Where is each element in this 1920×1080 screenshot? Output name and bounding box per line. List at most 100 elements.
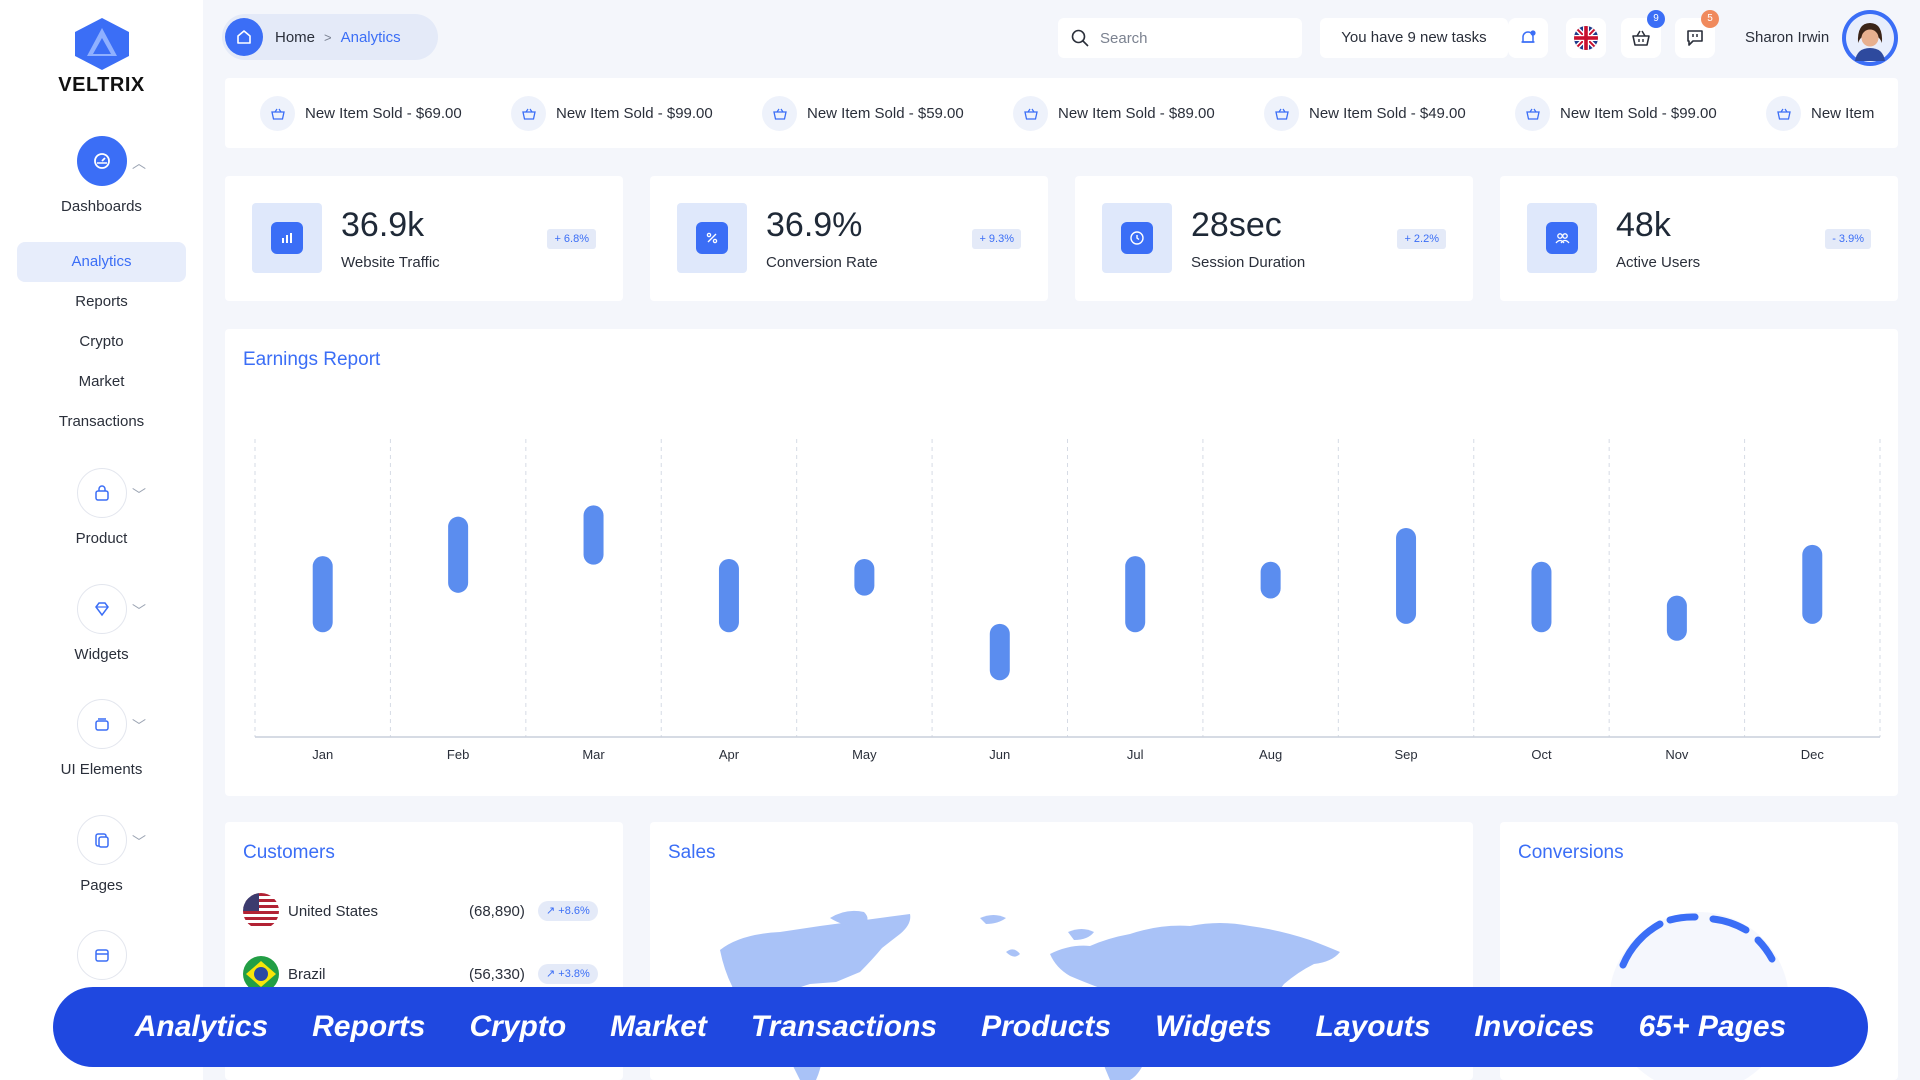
stat-icon-box [1102, 203, 1172, 273]
x-tick-label: May [852, 747, 877, 762]
subnav-item-market[interactable]: Market [17, 362, 186, 402]
basket-icon [260, 96, 295, 131]
bar-may[interactable] [854, 558, 875, 596]
cart-button[interactable]: 9 [1621, 10, 1665, 58]
bar-jan[interactable] [312, 556, 333, 633]
x-tick-label: Sep [1394, 747, 1417, 762]
ticker-item: New Item [1766, 96, 1874, 131]
banner-item[interactable]: Analytics [135, 1010, 268, 1044]
customer-change-badge: ↗ +8.6% [538, 901, 598, 921]
banner-item[interactable]: Layouts [1316, 1010, 1431, 1044]
chevron-up-icon[interactable]: ︿ [132, 153, 146, 173]
nav-widgets[interactable]: ﹀ Widgets [0, 584, 203, 663]
chat-icon [1687, 30, 1703, 46]
search-placeholder: Search [1100, 29, 1148, 47]
stat-card-users: 48k Active Users - 3.9% [1500, 176, 1898, 301]
ticker-text: New Item Sold - $69.00 [305, 105, 462, 122]
chevron-down-icon[interactable]: ﹀ [132, 832, 146, 852]
users-icon [1546, 222, 1578, 254]
subnav-item-crypto[interactable]: Crypto [17, 322, 186, 362]
language-button[interactable] [1566, 18, 1606, 58]
ticker-item: New Item Sold - $99.00 [1515, 96, 1717, 131]
bar-sep[interactable] [1396, 527, 1417, 624]
veltrix-logo-icon [74, 18, 129, 70]
nav-product[interactable]: ﹀ Product [0, 468, 203, 547]
subnav-item-analytics[interactable]: Analytics [17, 242, 186, 282]
nav-ui-elements[interactable]: ﹀ UI Elements [0, 699, 203, 778]
banner-item[interactable]: Invoices [1475, 1010, 1595, 1044]
ticker-text: New Item [1811, 105, 1875, 122]
basket-icon [1264, 96, 1299, 131]
nav-product-label: Product [75, 530, 128, 547]
banner-item[interactable]: Market [610, 1010, 707, 1044]
bar-feb[interactable] [448, 516, 469, 593]
nav-pages[interactable]: ﹀ Pages [0, 815, 203, 894]
tasks-notice[interactable]: You have 9 new tasks [1320, 18, 1508, 58]
bar-mar[interactable] [583, 505, 604, 565]
user-name[interactable]: Sharon Irwin [1745, 29, 1829, 46]
bar-nov[interactable] [1666, 595, 1687, 641]
search-input[interactable]: Search [1058, 18, 1302, 58]
calendar-icon[interactable] [76, 930, 127, 980]
cart-badge: 9 [1647, 10, 1665, 28]
banner-item[interactable]: Products [981, 1010, 1111, 1044]
stat-value: 28sec [1191, 206, 1282, 244]
bar-aug[interactable] [1260, 561, 1281, 599]
box-icon[interactable] [76, 699, 127, 749]
chevron-down-icon[interactable]: ﹀ [132, 485, 146, 505]
subnav-item-transactions[interactable]: Transactions [17, 402, 186, 442]
ticker-item: New Item Sold - $49.00 [1264, 96, 1466, 131]
nav-dashboards[interactable]: ︿ Dashboards [0, 136, 203, 215]
customer-change-badge: ↗ +3.8% [538, 964, 598, 984]
subnav-item-reports[interactable]: Reports [17, 282, 186, 322]
earnings-report-card: Earnings Report Jan Feb Mar Apr May Jun Jul Aug… [225, 329, 1898, 796]
x-tick-label: Apr [719, 747, 740, 762]
diamond-icon[interactable] [76, 584, 127, 634]
breadcrumb-current: Analytics [340, 28, 401, 46]
uk-flag-icon [1574, 26, 1598, 50]
x-tick-label: Oct [1531, 747, 1552, 762]
bar-jul[interactable] [1125, 556, 1146, 633]
bar-oct[interactable] [1531, 561, 1552, 633]
stat-change-badge: + 9.3% [972, 229, 1021, 249]
x-tick-label: Aug [1259, 747, 1282, 762]
banner-item[interactable]: Crypto [470, 1010, 567, 1044]
banner-item[interactable]: Widgets [1155, 1010, 1271, 1044]
customer-country: Brazil [288, 965, 326, 983]
x-tick-label: Nov [1665, 747, 1689, 762]
bar-dec[interactable] [1802, 544, 1823, 624]
us-flag-icon [243, 893, 279, 929]
logo[interactable]: VELTRIX [0, 16, 203, 97]
nav-calendar[interactable] [0, 930, 203, 980]
home-icon[interactable] [225, 18, 263, 56]
avatar[interactable] [1842, 10, 1898, 66]
banner-item[interactable]: Transactions [751, 1010, 937, 1044]
customer-count: (68,890) [469, 902, 525, 920]
ticker-item: New Item Sold - $59.00 [762, 96, 964, 131]
chevron-down-icon[interactable]: ﹀ [132, 601, 146, 621]
bar-apr[interactable] [718, 558, 739, 633]
pages-icon[interactable] [76, 815, 127, 865]
nav-dashboards-label: Dashboards [61, 198, 142, 215]
percent-icon [696, 222, 728, 254]
banner-item[interactable]: Reports [312, 1010, 425, 1044]
breadcrumb-home[interactable]: Home [275, 29, 315, 46]
bar-jun[interactable] [989, 623, 1010, 681]
stat-icon-box [677, 203, 747, 273]
banner-item[interactable]: 65+ Pages [1639, 1010, 1787, 1044]
customers-title: Customers [243, 842, 335, 863]
x-tick-label: Dec [1801, 747, 1825, 762]
ticker-item: New Item Sold - $69.00 [260, 96, 462, 131]
stat-value: 36.9% [766, 206, 863, 244]
sales-title: Sales [668, 842, 716, 863]
stat-change-badge: + 2.2% [1397, 229, 1446, 249]
bag-icon[interactable] [76, 468, 127, 518]
chevron-down-icon[interactable]: ﹀ [132, 716, 146, 736]
bar-chart-icon [271, 222, 303, 254]
basket-icon [762, 96, 797, 131]
chat-button[interactable]: 5 [1675, 10, 1719, 58]
list-item[interactable]: United States (68,890) ↗ +8.6% [243, 893, 605, 929]
dashboard-icon[interactable] [76, 136, 127, 186]
basket-icon [1632, 30, 1650, 46]
notification-button[interactable] [1508, 18, 1548, 58]
